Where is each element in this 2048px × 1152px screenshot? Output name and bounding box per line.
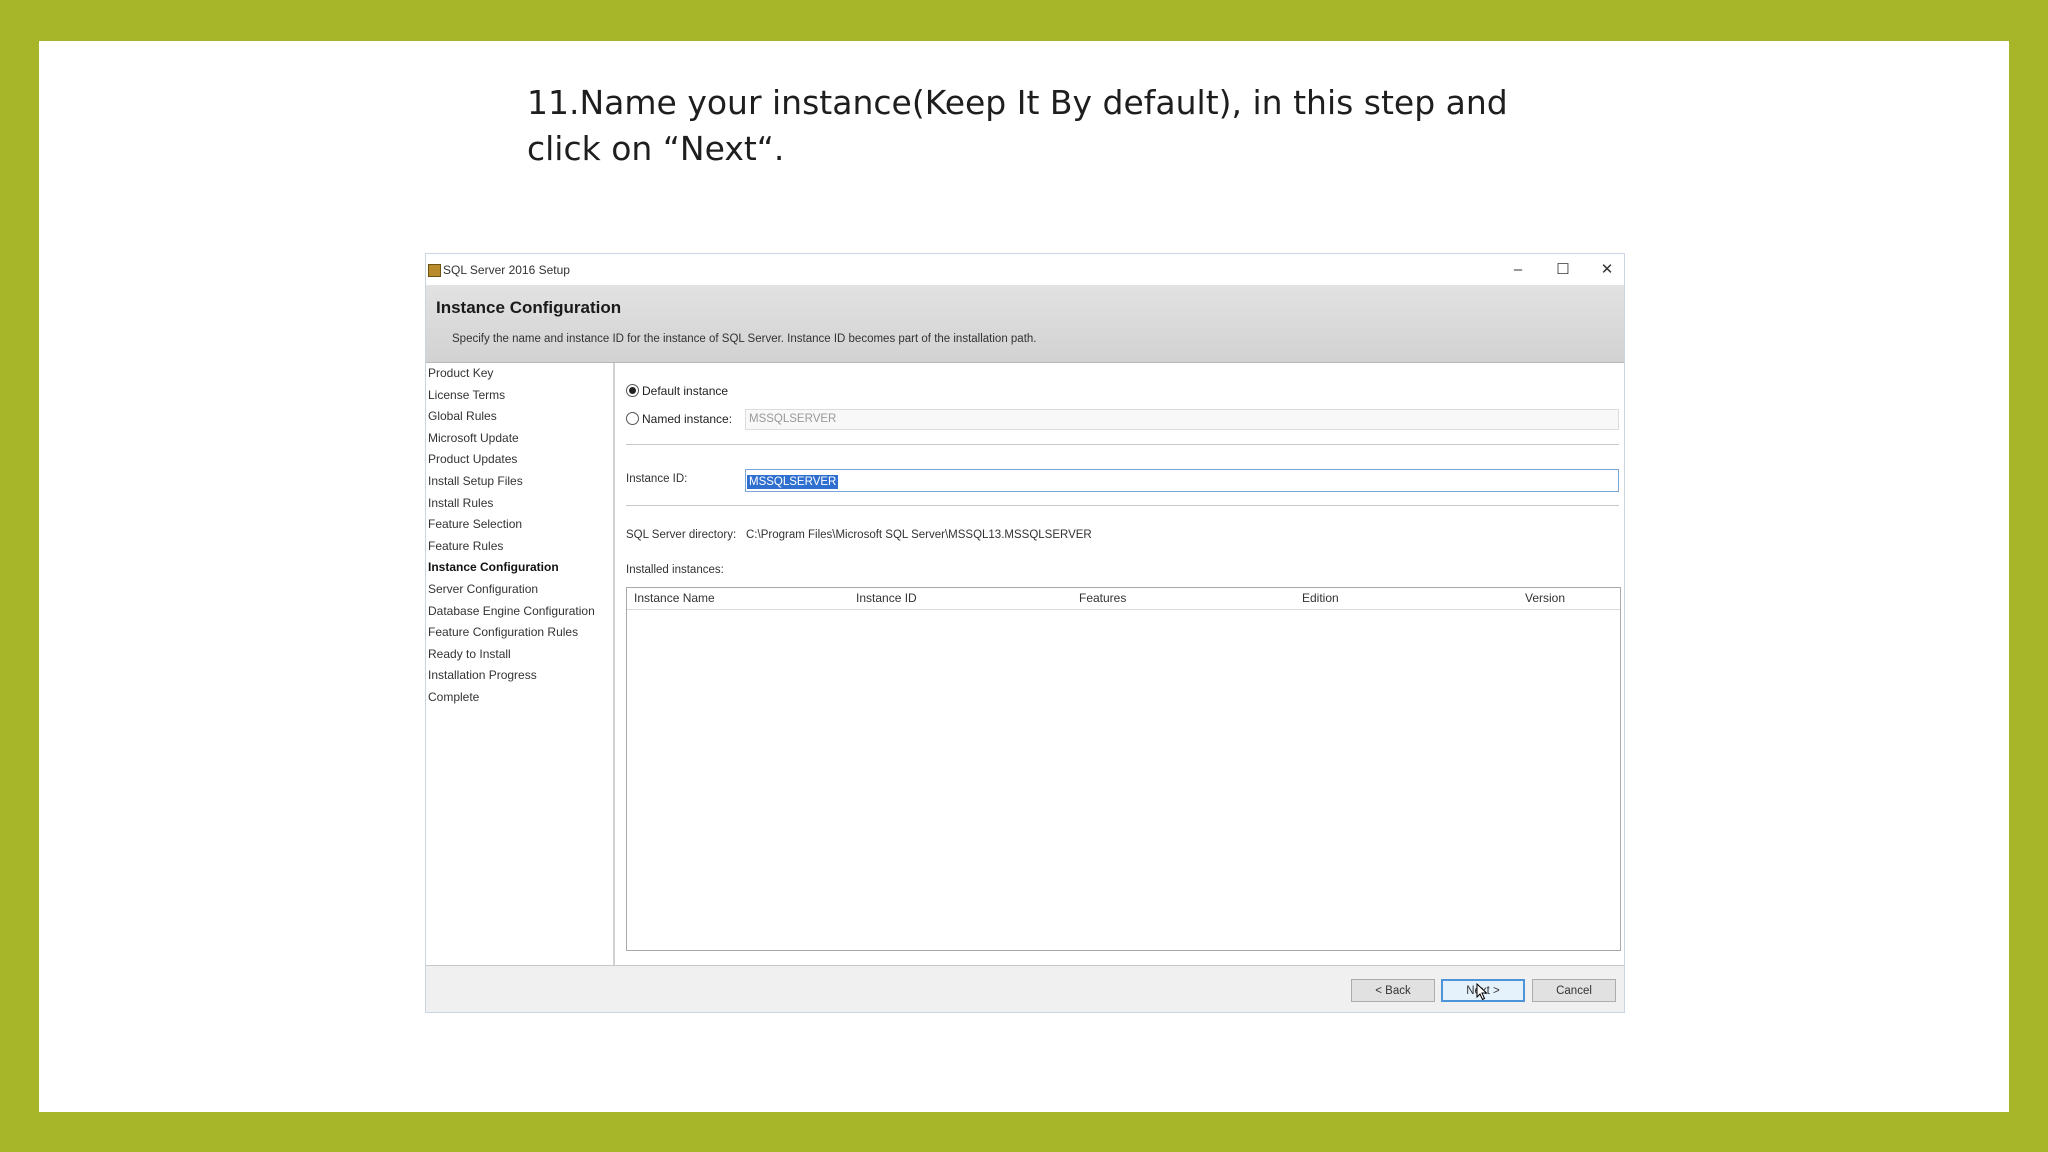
page-title: Instance Configuration (436, 298, 622, 317)
window-title: SQL Server 2016 Setup (443, 263, 570, 277)
divider (626, 444, 1619, 445)
step-item[interactable]: Server Configuration (426, 579, 613, 601)
sql-directory-label: SQL Server directory: (626, 529, 737, 541)
page-header: Instance Configuration Specify the name … (426, 285, 1624, 363)
maximize-button[interactable]: ☐ (1547, 258, 1579, 282)
sql-server-app-icon (428, 264, 441, 277)
installed-instances-label: Installed instances: (626, 564, 724, 576)
close-button[interactable]: ✕ (1591, 258, 1623, 282)
step-item[interactable]: Microsoft Update (426, 428, 613, 450)
step-item[interactable]: Feature Rules (426, 536, 613, 558)
step-item[interactable]: License Terms (426, 385, 613, 407)
minimize-button[interactable]: – (1502, 258, 1534, 282)
default-instance-radio[interactable] (626, 384, 639, 397)
column-header[interactable]: Edition (1302, 591, 1339, 605)
mouse-cursor-icon (1476, 983, 1488, 1001)
step-item[interactable]: Product Updates (426, 449, 613, 471)
back-button[interactable]: < Back (1351, 979, 1435, 1002)
column-header[interactable]: Instance ID (856, 591, 917, 605)
steps-nav: Product Key License Terms Global Rules M… (426, 363, 615, 966)
step-item[interactable]: Global Rules (426, 406, 613, 428)
step-item[interactable]: Install Setup Files (426, 471, 613, 493)
step-item[interactable]: Database Engine Configuration (426, 601, 613, 623)
instance-id-input[interactable]: MSSQLSERVER (745, 469, 1619, 492)
instance-id-label: Instance ID: (626, 473, 688, 485)
instance-id-selected-text: MSSQLSERVER (747, 475, 839, 489)
step-item[interactable]: Install Rules (426, 493, 613, 515)
wizard-footer: < Back Next > Cancel (426, 965, 1624, 1012)
default-instance-option[interactable]: Default instance (626, 382, 728, 400)
step-item-current[interactable]: Instance Configuration (426, 557, 613, 579)
step-item[interactable]: Product Key (426, 363, 613, 385)
named-instance-field[interactable]: MSSQLSERVER (745, 409, 1619, 430)
column-header[interactable]: Instance Name (634, 591, 715, 605)
caption-line-2: click on “Next“. (527, 129, 785, 168)
slide-caption: 11.Name your instance(Keep It By default… (527, 80, 1527, 172)
step-item[interactable]: Installation Progress (426, 665, 613, 687)
sql-directory-value: C:\Program Files\Microsoft SQL Server\MS… (746, 529, 1092, 541)
caption-line-1: 11.Name your instance(Keep It By default… (527, 83, 1508, 122)
step-item[interactable]: Feature Selection (426, 514, 613, 536)
cancel-button[interactable]: Cancel (1532, 979, 1616, 1002)
named-instance-option[interactable]: Named instance: (626, 410, 732, 428)
divider (626, 505, 1619, 506)
default-instance-label[interactable]: Default instance (642, 384, 728, 398)
named-instance-radio[interactable] (626, 412, 639, 425)
table-header: Instance Name Instance ID Features Editi… (627, 588, 1620, 610)
step-item[interactable]: Ready to Install (426, 644, 613, 666)
named-instance-label[interactable]: Named instance: (642, 412, 732, 426)
installed-instances-table[interactable]: Instance Name Instance ID Features Editi… (626, 587, 1621, 951)
column-header[interactable]: Version (1525, 591, 1565, 605)
page-description: Specify the name and instance ID for the… (452, 333, 1037, 345)
title-bar: SQL Server 2016 Setup – ☐ ✕ (426, 254, 1624, 285)
step-item[interactable]: Complete (426, 687, 613, 709)
column-header[interactable]: Features (1079, 591, 1126, 605)
step-item[interactable]: Feature Configuration Rules (426, 622, 613, 644)
